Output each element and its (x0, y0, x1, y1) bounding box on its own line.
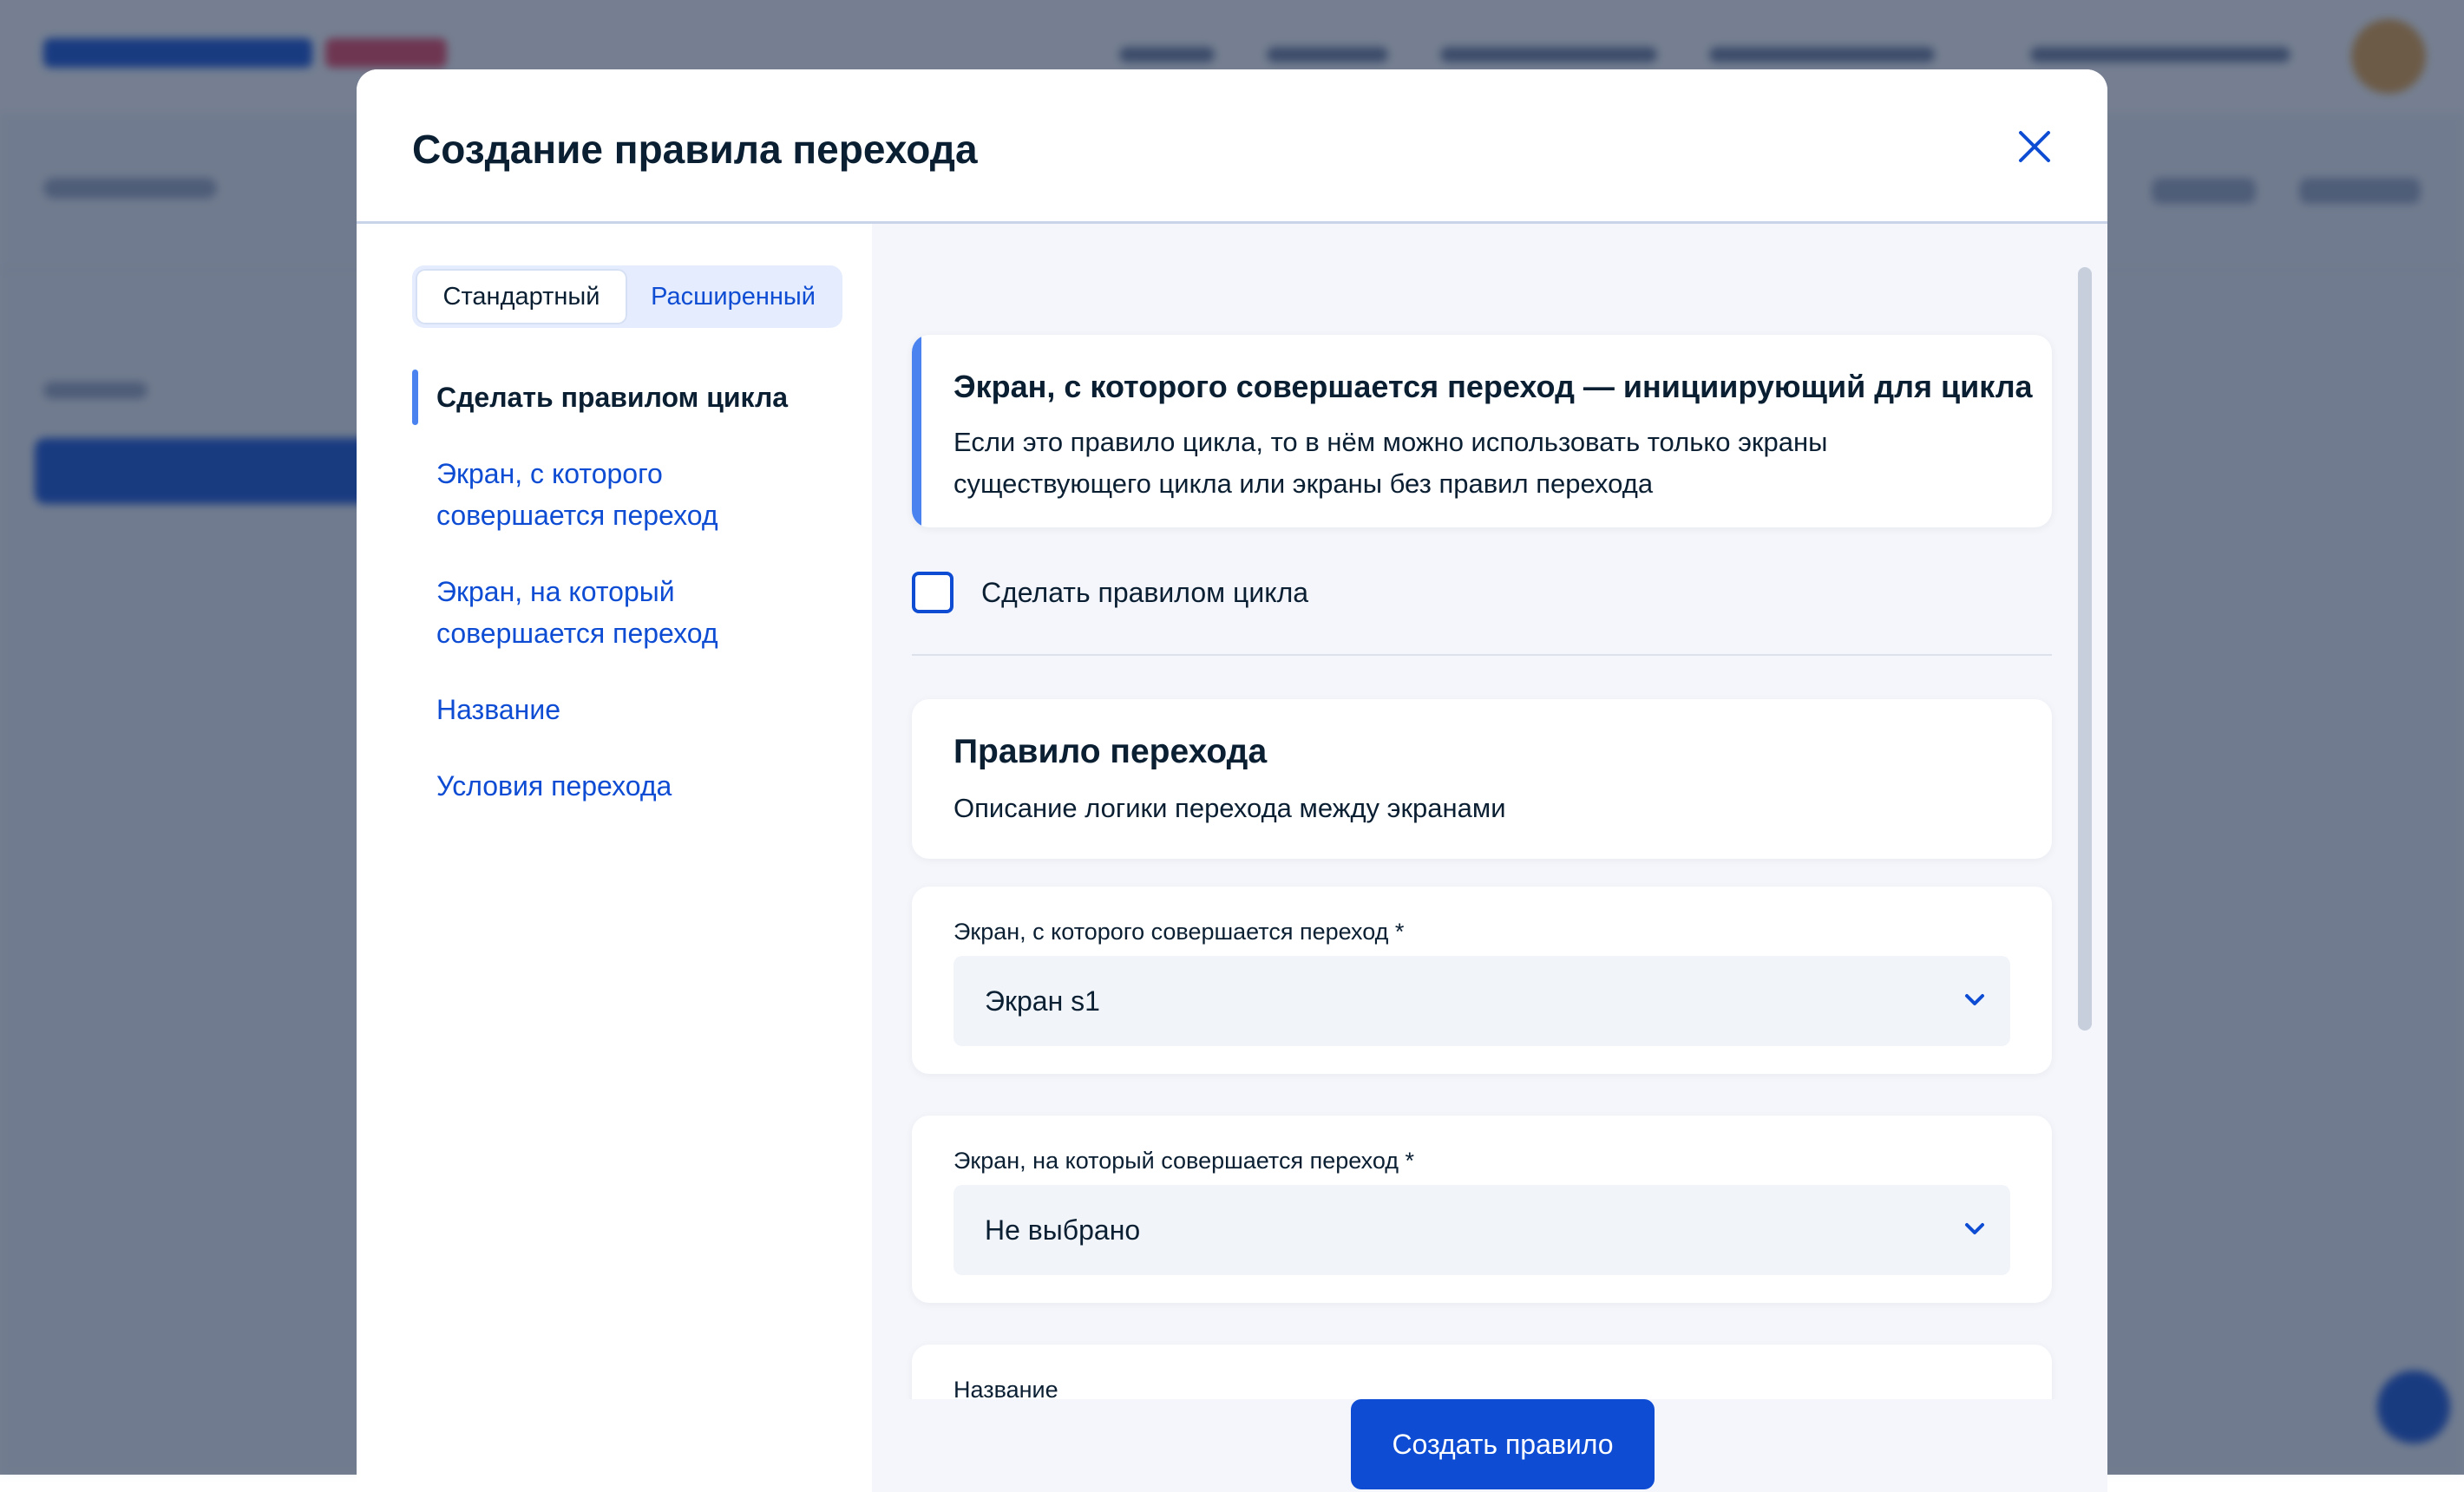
modal-footer: Создать правило (872, 1399, 2107, 1492)
from-screen-label: Экран, с которого совершается переход * (953, 919, 1405, 945)
section-title: Правило перехода (953, 733, 1268, 770)
nav-item-conditions[interactable]: Условия перехода (412, 765, 829, 807)
left-navigation-panel: Стандартный Расширенный Сделать правилом… (357, 224, 872, 1492)
loop-rule-checkbox[interactable] (912, 572, 953, 613)
from-screen-select[interactable]: Экран s1 (953, 956, 2010, 1046)
nav-item-name[interactable]: Название (412, 689, 829, 730)
scrollbar-thumb[interactable] (2078, 267, 2092, 1031)
mode-advanced-button[interactable]: Расширенный (627, 269, 839, 324)
modal-title: Создание правила перехода (412, 127, 978, 172)
name-label: Название (953, 1377, 1058, 1399)
to-screen-field-card: Экран, на который совершается переход * … (912, 1116, 2052, 1303)
from-screen-field-card: Экран, с которого совершается переход * … (912, 887, 2052, 1074)
create-rule-button[interactable]: Создать правило (1351, 1399, 1655, 1489)
from-screen-value: Экран s1 (985, 985, 1100, 1017)
to-screen-label: Экран, на который совершается переход * (953, 1148, 1415, 1174)
to-screen-select[interactable]: Не выбрано (953, 1185, 2010, 1275)
to-screen-value: Не выбрано (985, 1214, 1141, 1246)
scrollbar-track[interactable] (2078, 267, 2092, 1386)
info-card: Экран, с которого совершается переход — … (912, 335, 2052, 527)
rule-section-card: Правило перехода Описание логики переход… (912, 699, 2052, 859)
form-scroll-area[interactable]: Экран, с которого совершается переход — … (872, 224, 2107, 1399)
close-button[interactable] (2009, 121, 2060, 172)
section-navigation: Сделать правилом цикла Экран, с которого… (412, 370, 829, 807)
loop-rule-checkbox-label: Сделать правилом цикла (981, 576, 1309, 608)
mode-toggle: Стандартный Расширенный (412, 265, 842, 328)
nav-item-from-screen[interactable]: Экран, с которого совершается переход (412, 453, 829, 536)
divider (912, 654, 2052, 656)
form-panel: Экран, с которого совершается переход — … (872, 224, 2107, 1492)
chevron-down-icon (1965, 1223, 1984, 1234)
chevron-down-icon (1965, 994, 1984, 1005)
name-field-card: Название (912, 1345, 2052, 1399)
section-subtitle: Описание логики перехода между экранами (953, 793, 1506, 823)
create-transition-rule-modal: Создание правила перехода Стандартный Ра… (357, 69, 2107, 1492)
nav-item-to-screen[interactable]: Экран, на который совершается переход (412, 571, 829, 654)
modal-header: Создание правила перехода (357, 69, 2107, 224)
info-title: Экран, с которого совершается переход — … (953, 369, 2033, 404)
info-text: Если это правило цикла, то в нём можно и… (953, 427, 1828, 499)
mode-standard-button[interactable]: Стандартный (416, 269, 627, 324)
loop-rule-checkbox-row[interactable]: Сделать правилом цикла (912, 571, 1308, 614)
close-icon (2019, 131, 2050, 162)
nav-item-loop-rule[interactable]: Сделать правилом цикла (412, 370, 829, 425)
